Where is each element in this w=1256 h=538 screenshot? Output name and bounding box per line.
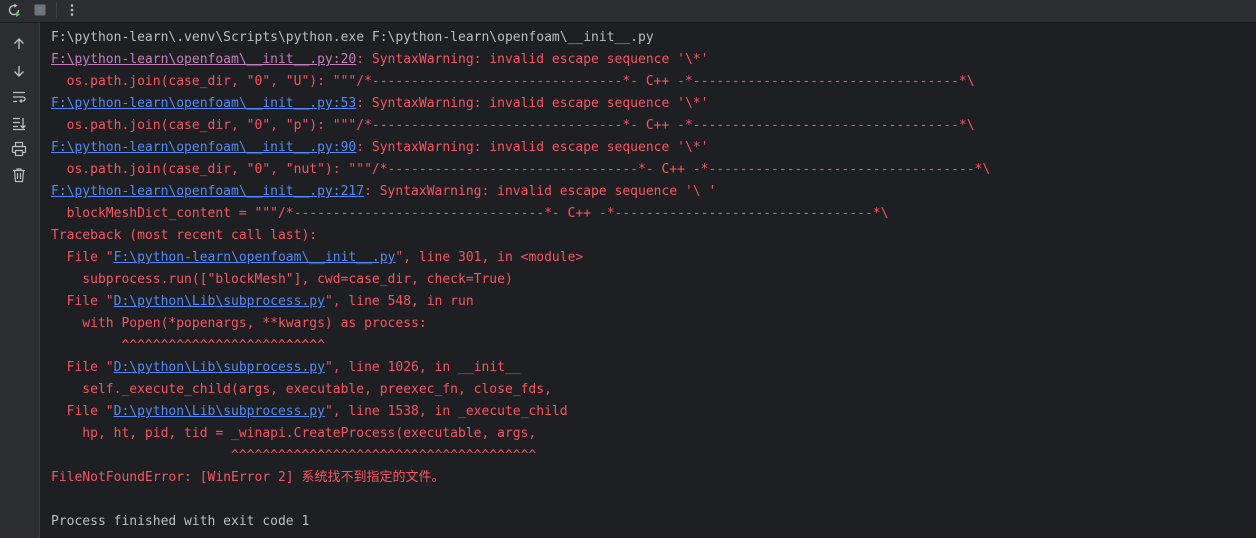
more-vertical-icon[interactable]	[62, 0, 82, 20]
rerun-icon[interactable]	[4, 0, 24, 20]
frame-prefix: File "	[51, 360, 114, 375]
traceback-code-line: with Popen(*popenargs, **kwargs) as proc…	[51, 316, 427, 331]
scroll-to-end-icon[interactable]	[8, 112, 30, 134]
frame-prefix: File "	[51, 404, 114, 419]
traceback-frame: File "D:\python\Lib\subprocess.py", line…	[51, 357, 521, 379]
warning-line: F:\python-learn\openfoam\__init__.py:20:…	[51, 49, 708, 71]
trash-icon[interactable]	[8, 164, 30, 186]
warning-message: : SyntaxWarning: invalid escape sequence…	[356, 140, 709, 155]
source-link[interactable]: F:\python-learn\openfoam\__init__.py:20	[51, 52, 356, 67]
source-link[interactable]: F:\python-learn\openfoam\__init__.py:217	[51, 184, 364, 199]
warning-code-line: os.path.join(case_dir, "0", "nut"): """/…	[51, 162, 991, 177]
error-message: FileNotFoundError: [WinError 2] 系统找不到指定的…	[51, 470, 445, 485]
soft-wrap-icon[interactable]	[8, 86, 30, 108]
warning-code-line: os.path.join(case_dir, "0", "p"): """/*-…	[51, 118, 975, 133]
source-link[interactable]: D:\python\Lib\subprocess.py	[114, 294, 325, 309]
console-output[interactable]: F:\python-learn\.venv\Scripts\python.exe…	[40, 27, 1250, 537]
source-link[interactable]: D:\python\Lib\subprocess.py	[114, 360, 325, 375]
frame-location: ", line 548, in run	[324, 294, 474, 309]
frame-prefix: File "	[51, 294, 114, 309]
traceback-frame: File "F:\python-learn\openfoam\__init__.…	[51, 247, 584, 269]
traceback-code-line: subprocess.run(["blockMesh"], cwd=case_d…	[51, 272, 513, 287]
frame-location: ", line 301, in <module>	[395, 250, 584, 265]
arrow-up-icon[interactable]	[8, 33, 30, 55]
traceback-caret-line: ^^^^^^^^^^^^^^^^^^^^^^^^^^^^^^^^^^^^^^^	[51, 448, 537, 463]
toolbar-separator	[56, 2, 57, 18]
frame-location: ", line 1026, in __init__	[324, 360, 521, 375]
warning-message: : SyntaxWarning: invalid escape sequence…	[364, 184, 717, 199]
traceback-header: Traceback (most recent call last):	[51, 228, 318, 243]
source-link[interactable]: F:\python-learn\openfoam\__init__.py	[114, 250, 396, 265]
arrow-down-icon[interactable]	[8, 60, 30, 82]
source-link[interactable]: F:\python-learn\openfoam\__init__.py:53	[51, 96, 356, 111]
source-link[interactable]: D:\python\Lib\subprocess.py	[114, 404, 325, 419]
console-side-toolbar	[0, 23, 40, 538]
warning-message: : SyntaxWarning: invalid escape sequence…	[356, 52, 709, 67]
warning-code-line: os.path.join(case_dir, "0", "U"): """/*-…	[51, 74, 975, 89]
exit-status: Process finished with exit code 1	[51, 514, 310, 529]
frame-location: ", line 1538, in _execute_child	[324, 404, 568, 419]
traceback-code-line: hp, ht, pid, tid = _winapi.CreateProcess…	[51, 426, 537, 441]
frame-prefix: File "	[51, 250, 114, 265]
warning-line: F:\python-learn\openfoam\__init__.py:53:…	[51, 93, 708, 115]
traceback-code-line: self._execute_child(args, executable, pr…	[51, 382, 552, 397]
source-link[interactable]: F:\python-learn\openfoam\__init__.py:90	[51, 140, 356, 155]
warning-message: : SyntaxWarning: invalid escape sequence…	[356, 96, 709, 111]
run-toolbar	[0, 0, 1256, 23]
traceback-frame: File "D:\python\Lib\subprocess.py", line…	[51, 401, 568, 423]
warning-code-line: blockMeshDict_content = """/*-----------…	[51, 206, 889, 221]
warning-line: F:\python-learn\openfoam\__init__.py:217…	[51, 181, 716, 203]
print-icon[interactable]	[8, 138, 30, 160]
stop-icon[interactable]	[30, 0, 50, 20]
warning-line: F:\python-learn\openfoam\__init__.py:90:…	[51, 137, 708, 159]
traceback-frame: File "D:\python\Lib\subprocess.py", line…	[51, 291, 474, 313]
command-line: F:\python-learn\.venv\Scripts\python.exe…	[51, 30, 654, 45]
traceback-caret-line: ^^^^^^^^^^^^^^^^^^^^^^^^^^	[51, 338, 325, 353]
